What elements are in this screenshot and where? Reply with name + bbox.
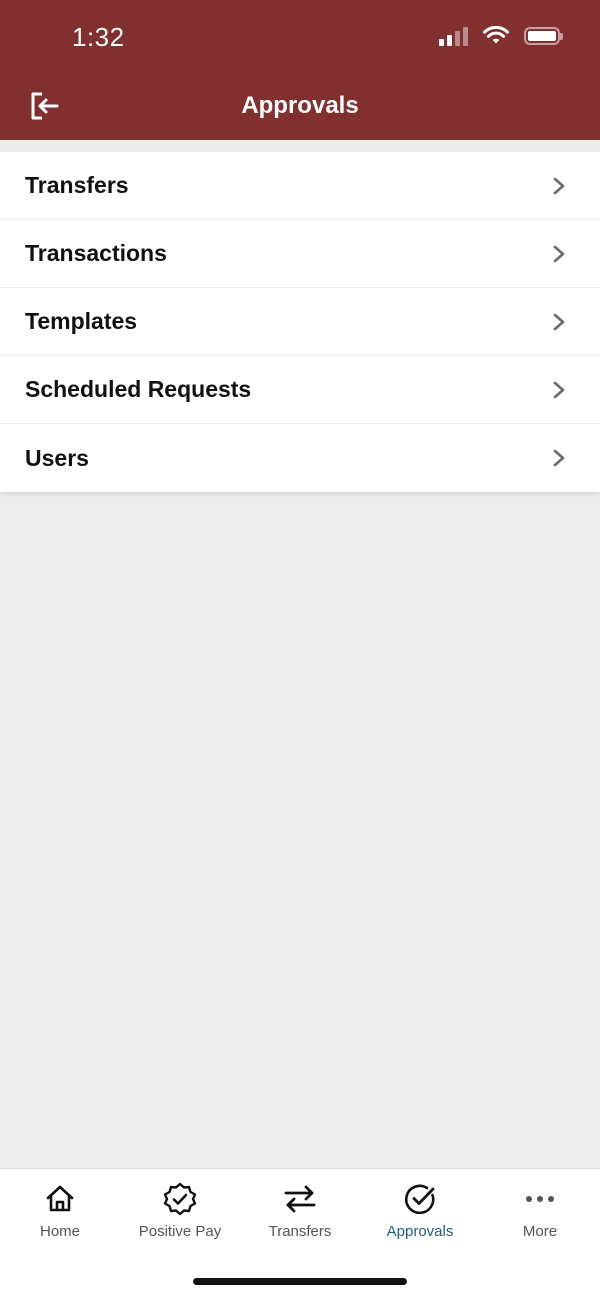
tab-label: Home xyxy=(39,1223,80,1240)
chevron-right-icon xyxy=(553,313,565,330)
tab-positive-pay[interactable]: Positive Pay xyxy=(120,1181,240,1247)
tab-approvals[interactable]: Approvals xyxy=(360,1181,480,1247)
chevron-right-icon xyxy=(553,449,565,467)
chevron-right-icon xyxy=(553,245,565,262)
tab-transfers[interactable]: Transfers xyxy=(240,1181,360,1247)
app-header: 1:32 Approvals xyxy=(0,0,600,140)
cellular-signal-icon xyxy=(439,26,468,46)
tab-home[interactable]: Home xyxy=(0,1181,120,1247)
home-icon xyxy=(46,1185,74,1212)
menu-item-label: Scheduled Requests xyxy=(25,376,252,402)
check-circle-icon xyxy=(405,1184,435,1215)
tab-label: Positive Pay xyxy=(138,1223,222,1240)
menu-item-label: Transfers xyxy=(25,172,129,198)
menu-item-transfers[interactable]: Transfers xyxy=(0,152,600,220)
home-indicator xyxy=(193,1278,407,1285)
verified-badge-icon xyxy=(163,1182,197,1216)
wifi-icon xyxy=(483,26,509,44)
status-icons xyxy=(439,26,563,46)
tab-label: More xyxy=(522,1223,558,1240)
menu-item-scheduled-requests[interactable]: Scheduled Requests xyxy=(0,356,600,424)
tab-label: Transfers xyxy=(268,1223,332,1240)
status-time: 1:32 xyxy=(72,22,125,52)
page-title: Approvals xyxy=(241,92,359,119)
chevron-right-icon xyxy=(553,381,565,398)
menu-item-transactions[interactable]: Transactions xyxy=(0,220,600,288)
chevron-right-icon xyxy=(553,177,565,194)
tab-label: Approvals xyxy=(386,1223,454,1240)
approvals-menu-list: Transfers Transactions Templates Schedul… xyxy=(0,152,600,492)
menu-item-users[interactable]: Users xyxy=(0,424,600,492)
tab-more[interactable]: More xyxy=(480,1181,600,1247)
swap-arrows-icon xyxy=(284,1185,316,1213)
menu-item-label: Users xyxy=(25,444,89,471)
more-dots-icon xyxy=(526,1196,554,1202)
menu-item-label: Templates xyxy=(25,308,138,334)
menu-item-templates[interactable]: Templates xyxy=(0,288,600,356)
menu-item-label: Transactions xyxy=(25,240,167,266)
battery-icon xyxy=(524,27,563,45)
